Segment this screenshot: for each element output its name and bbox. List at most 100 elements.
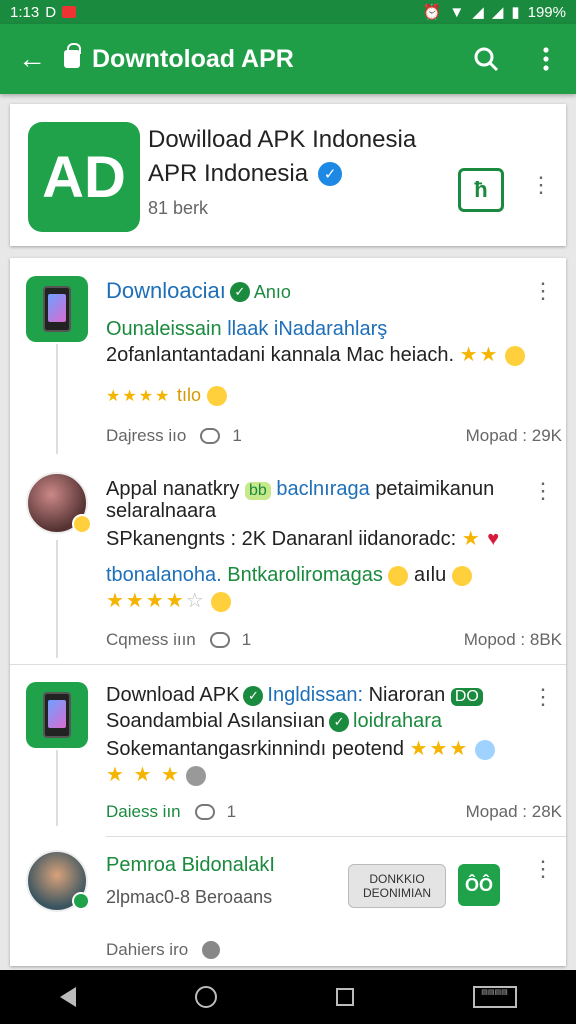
- divider: [106, 836, 566, 837]
- app-meta: 81 berk: [148, 198, 209, 218]
- button-label: DEONIMIAN: [362, 886, 431, 900]
- thread-line: [56, 750, 58, 826]
- divider: [10, 664, 566, 665]
- thread-line: [56, 540, 58, 658]
- wifi-icon: ▼: [449, 3, 465, 21]
- comments-link[interactable]: Dajress iıo: [106, 426, 186, 446]
- app-subtitle: APR Indonesia: [148, 160, 309, 187]
- app-subtitle-row: APR Indonesia ✓: [148, 160, 343, 188]
- nav-recents-icon[interactable]: [335, 988, 354, 1006]
- post-author-row: Appal nanatkry bb baclnıraga petaimikanu…: [106, 478, 494, 501]
- tag-pill: DO: [450, 688, 483, 706]
- star-empty-icon: ☆: [185, 590, 206, 612]
- more-options-icon[interactable]: ⋮: [530, 174, 552, 196]
- system-nav-bar: ▤▤▤▤: [0, 970, 576, 1024]
- comments-link[interactable]: Dahiers iro: [106, 940, 188, 960]
- feed-list: Downloaciaı ✓ Anıo ⋮ Ounaleissain llaak iN…: [10, 258, 566, 966]
- comment-icon[interactable]: [200, 428, 221, 444]
- post-text: 2ofanlantantadani kannala Mac heiach.: [106, 344, 455, 366]
- phone-icon: [43, 692, 71, 738]
- post-app-icon[interactable]: [26, 682, 88, 748]
- emoji-icon: [474, 739, 495, 760]
- app-title: Dowilload APK Indonesia: [148, 126, 417, 153]
- post-text: selaralnaara: [106, 500, 217, 522]
- app-bar: ← Downtoload APR: [0, 24, 576, 94]
- nav-back-icon[interactable]: [59, 987, 76, 1007]
- comment-count: 1: [232, 426, 242, 445]
- post-text: Soandambial Asılansiıan: [106, 710, 326, 732]
- avatar[interactable]: [26, 472, 92, 534]
- button-label: DONKKIO: [369, 871, 425, 886]
- emoji-badge-icon: [72, 514, 92, 534]
- notification-icon: [62, 6, 77, 18]
- comment-count: 1: [241, 630, 252, 649]
- post-menu-icon[interactable]: ⋮: [532, 858, 554, 880]
- comment-count: 1: [226, 802, 237, 821]
- post-line-2: 2ofanlantantadani kannala Mac heiach. ★★: [106, 342, 526, 367]
- post-menu-icon[interactable]: ⋮: [532, 480, 554, 502]
- download-count: Mopad : 28K: [465, 802, 562, 821]
- download-button[interactable]: DONKKIO DEONIMIAN: [348, 864, 446, 908]
- status-glyph: D: [45, 3, 57, 21]
- verified-icon: ✓: [318, 162, 343, 186]
- check-icon: ✓: [229, 282, 250, 303]
- overflow-menu-icon[interactable]: [516, 29, 576, 89]
- post-highlight: loidrahara: [353, 710, 442, 732]
- search-icon: [474, 47, 499, 72]
- heart-icon: ♥: [487, 528, 500, 550]
- app-header-card: AD Dowilload APK Indonesia APR Indonesia…: [10, 104, 566, 246]
- alarm-icon: ⏰: [422, 4, 442, 21]
- post-footer: Dahiers iro: [106, 940, 562, 960]
- comments-link[interactable]: Daiess iın: [106, 802, 181, 822]
- comment-icon[interactable]: [194, 804, 215, 820]
- post-text: aılu: [413, 564, 447, 586]
- star-rating: ★★★★: [106, 590, 186, 612]
- reaction-icon[interactable]: [202, 941, 221, 959]
- keyboard-icon[interactable]: ▤▤▤▤: [472, 986, 517, 1008]
- check-icon: ✓: [329, 711, 350, 732]
- post-line-2: SPkanengnts : 2K Danaranl iidanoradc: ★ …: [106, 526, 499, 551]
- avatar[interactable]: [26, 850, 90, 912]
- star-rating: ★★★★: [106, 388, 172, 405]
- post-footer: Daiess iın 1 Mopad : 28K: [106, 802, 562, 822]
- lock-icon: [64, 43, 81, 68]
- signal-icon-2: ◢: [491, 4, 504, 21]
- post-menu-icon[interactable]: ⋮: [532, 280, 554, 302]
- post-author[interactable]: Download APK: [106, 684, 239, 706]
- nav-home-icon[interactable]: [194, 986, 217, 1008]
- status-badge-icon: [72, 892, 90, 910]
- battery-level: 199%: [527, 3, 566, 21]
- post-text: tılo: [176, 385, 201, 405]
- signal-icon: ◢: [472, 4, 484, 21]
- star-rating: ★★★: [409, 738, 470, 760]
- back-arrow-icon[interactable]: ←: [0, 43, 64, 75]
- post-menu-icon[interactable]: ⋮: [532, 686, 554, 708]
- post-author-row: Pemroa BidonalakI: [106, 854, 275, 877]
- post-text: Ounaleissain: [106, 318, 222, 340]
- post-line-2: Sokemantangasrkinnindı peotend ★★★: [106, 736, 495, 761]
- post-footer: Cqmess iıın 1 Mopod : 8BK: [106, 630, 562, 650]
- emoji-icon: [206, 385, 227, 406]
- post-highlight: Bntkaroliromagas: [227, 564, 383, 586]
- post-line-1: 2lpmac0-8 Beroaans: [106, 886, 272, 909]
- post-author[interactable]: Pemroa BidonalakI: [106, 854, 275, 876]
- comments-link[interactable]: Cqmess iıın: [106, 630, 196, 650]
- install-button[interactable]: ħ: [458, 168, 504, 212]
- post-author[interactable]: Downloaciaı: [106, 278, 226, 303]
- post-line-1: Ounaleissain llaak iNadarahlarş: [106, 318, 387, 341]
- post-text: Sokemantangasrkinnindı peotend: [106, 738, 404, 760]
- post-line-1: selaralnaara: [106, 500, 216, 523]
- comment-icon[interactable]: [209, 632, 230, 648]
- post-text: Niaroran: [368, 684, 446, 706]
- emoji-icon: [451, 565, 472, 586]
- open-app-button[interactable]: ÔÔ: [458, 864, 500, 906]
- download-count: Mopod : 8BK: [463, 630, 562, 649]
- heart-react-icon: [186, 765, 207, 786]
- status-time: 1:13: [10, 3, 40, 21]
- post-author[interactable]: Appal nanatkry: [106, 478, 239, 500]
- tag-pill: bb: [244, 482, 271, 500]
- post-highlight: llaak iNadarahlarş: [227, 318, 388, 340]
- post-line-3: ★★★★ tılo: [106, 384, 227, 407]
- search-button[interactable]: [456, 29, 516, 89]
- post-app-icon[interactable]: [26, 276, 88, 342]
